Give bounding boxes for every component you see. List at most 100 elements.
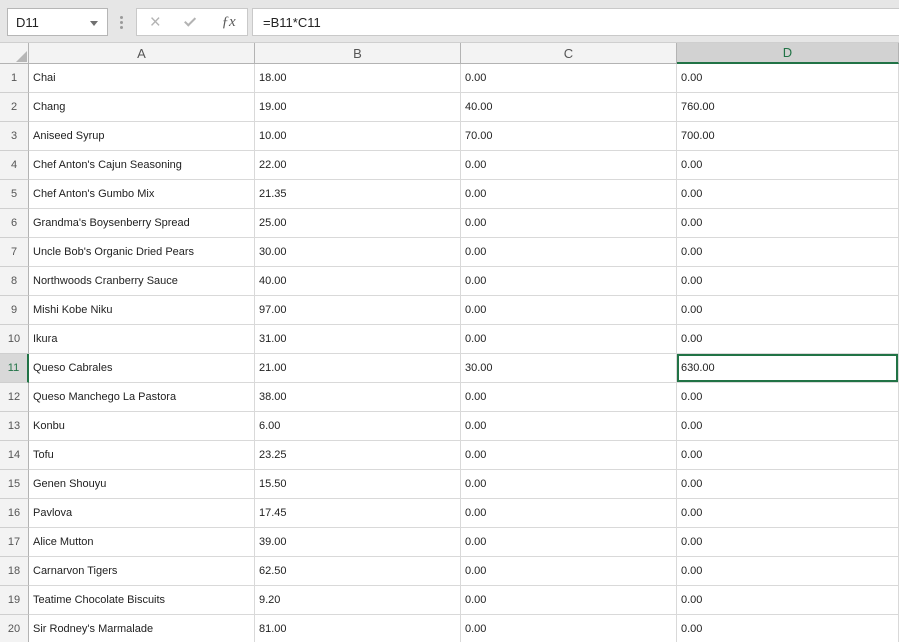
row-header-4[interactable]: 4 — [0, 151, 29, 180]
cell-D15[interactable]: 0.00 — [677, 470, 899, 499]
cell-A15[interactable]: Genen Shouyu — [29, 470, 255, 499]
cell-C13[interactable]: 0.00 — [461, 412, 677, 441]
cell-B10[interactable]: 31.00 — [255, 325, 461, 354]
cell-A7[interactable]: Uncle Bob's Organic Dried Pears — [29, 238, 255, 267]
cell-B18[interactable]: 62.50 — [255, 557, 461, 586]
cell-D20[interactable]: 0.00 — [677, 615, 899, 642]
cell-A10[interactable]: Ikura — [29, 325, 255, 354]
cell-D10[interactable]: 0.00 — [677, 325, 899, 354]
cell-C15[interactable]: 0.00 — [461, 470, 677, 499]
name-box-dropdown-icon[interactable] — [90, 21, 98, 26]
cell-D12[interactable]: 0.00 — [677, 383, 899, 412]
row-header-12[interactable]: 12 — [0, 383, 29, 412]
cell-D13[interactable]: 0.00 — [677, 412, 899, 441]
row-header-7[interactable]: 7 — [0, 238, 29, 267]
cell-C12[interactable]: 0.00 — [461, 383, 677, 412]
cell-D6[interactable]: 0.00 — [677, 209, 899, 238]
cell-C17[interactable]: 0.00 — [461, 528, 677, 557]
cell-D7[interactable]: 0.00 — [677, 238, 899, 267]
cell-B19[interactable]: 9.20 — [255, 586, 461, 615]
cell-B16[interactable]: 17.45 — [255, 499, 461, 528]
cell-D17[interactable]: 0.00 — [677, 528, 899, 557]
cell-A11[interactable]: Queso Cabrales — [29, 354, 255, 383]
cell-B13[interactable]: 6.00 — [255, 412, 461, 441]
cell-B15[interactable]: 15.50 — [255, 470, 461, 499]
row-header-5[interactable]: 5 — [0, 180, 29, 209]
cell-B3[interactable]: 10.00 — [255, 122, 461, 151]
cell-C19[interactable]: 0.00 — [461, 586, 677, 615]
column-header-D[interactable]: D — [677, 43, 899, 64]
row-header-19[interactable]: 19 — [0, 586, 29, 615]
row-header-14[interactable]: 14 — [0, 441, 29, 470]
cell-A5[interactable]: Chef Anton's Gumbo Mix — [29, 180, 255, 209]
cell-B6[interactable]: 25.00 — [255, 209, 461, 238]
cell-C7[interactable]: 0.00 — [461, 238, 677, 267]
name-box[interactable]: D11 — [7, 8, 108, 36]
cell-C10[interactable]: 0.00 — [461, 325, 677, 354]
cell-C8[interactable]: 0.00 — [461, 267, 677, 296]
cell-B17[interactable]: 39.00 — [255, 528, 461, 557]
cell-A6[interactable]: Grandma's Boysenberry Spread — [29, 209, 255, 238]
cell-D2[interactable]: 760.00 — [677, 93, 899, 122]
cell-B11[interactable]: 21.00 — [255, 354, 461, 383]
row-header-18[interactable]: 18 — [0, 557, 29, 586]
cell-C18[interactable]: 0.00 — [461, 557, 677, 586]
cell-D9[interactable]: 0.00 — [677, 296, 899, 325]
cell-A14[interactable]: Tofu — [29, 441, 255, 470]
cell-C14[interactable]: 0.00 — [461, 441, 677, 470]
cell-D14[interactable]: 0.00 — [677, 441, 899, 470]
cell-D8[interactable]: 0.00 — [677, 267, 899, 296]
cell-A13[interactable]: Konbu — [29, 412, 255, 441]
cell-D16[interactable]: 0.00 — [677, 499, 899, 528]
row-header-1[interactable]: 1 — [0, 64, 29, 93]
cell-D5[interactable]: 0.00 — [677, 180, 899, 209]
cell-A2[interactable]: Chang — [29, 93, 255, 122]
cell-D19[interactable]: 0.00 — [677, 586, 899, 615]
row-header-15[interactable]: 15 — [0, 470, 29, 499]
cell-A19[interactable]: Teatime Chocolate Biscuits — [29, 586, 255, 615]
row-header-3[interactable]: 3 — [0, 122, 29, 151]
row-header-6[interactable]: 6 — [0, 209, 29, 238]
cell-C9[interactable]: 0.00 — [461, 296, 677, 325]
cell-D3[interactable]: 700.00 — [677, 122, 899, 151]
cell-B8[interactable]: 40.00 — [255, 267, 461, 296]
cell-D1[interactable]: 0.00 — [677, 64, 899, 93]
cell-A9[interactable]: Mishi Kobe Niku — [29, 296, 255, 325]
cell-B5[interactable]: 21.35 — [255, 180, 461, 209]
cell-C5[interactable]: 0.00 — [461, 180, 677, 209]
cell-C3[interactable]: 70.00 — [461, 122, 677, 151]
cell-A17[interactable]: Alice Mutton — [29, 528, 255, 557]
row-header-20[interactable]: 20 — [0, 615, 29, 642]
insert-function-button[interactable]: ƒx — [217, 10, 241, 34]
cell-B7[interactable]: 30.00 — [255, 238, 461, 267]
cell-D4[interactable]: 0.00 — [677, 151, 899, 180]
row-header-2[interactable]: 2 — [0, 93, 29, 122]
cell-C2[interactable]: 40.00 — [461, 93, 677, 122]
cell-C11[interactable]: 30.00 — [461, 354, 677, 383]
cell-A20[interactable]: Sir Rodney's Marmalade — [29, 615, 255, 642]
column-header-B[interactable]: B — [255, 43, 461, 64]
cell-B20[interactable]: 81.00 — [255, 615, 461, 642]
row-header-8[interactable]: 8 — [0, 267, 29, 296]
cell-A16[interactable]: Pavlova — [29, 499, 255, 528]
cell-D18[interactable]: 0.00 — [677, 557, 899, 586]
cell-B14[interactable]: 23.25 — [255, 441, 461, 470]
cell-B1[interactable]: 18.00 — [255, 64, 461, 93]
select-all-button[interactable] — [0, 43, 29, 64]
column-header-A[interactable]: A — [29, 43, 255, 64]
cell-A12[interactable]: Queso Manchego La Pastora — [29, 383, 255, 412]
cell-C4[interactable]: 0.00 — [461, 151, 677, 180]
enter-button[interactable] — [180, 10, 204, 34]
cell-B12[interactable]: 38.00 — [255, 383, 461, 412]
cell-D11[interactable]: 630.00 — [677, 354, 899, 383]
row-header-17[interactable]: 17 — [0, 528, 29, 557]
row-header-13[interactable]: 13 — [0, 412, 29, 441]
cell-C20[interactable]: 0.00 — [461, 615, 677, 642]
row-header-10[interactable]: 10 — [0, 325, 29, 354]
cell-A3[interactable]: Aniseed Syrup — [29, 122, 255, 151]
cancel-button[interactable] — [143, 10, 167, 34]
cell-C16[interactable]: 0.00 — [461, 499, 677, 528]
cell-B2[interactable]: 19.00 — [255, 93, 461, 122]
cell-B4[interactable]: 22.00 — [255, 151, 461, 180]
cell-A8[interactable]: Northwoods Cranberry Sauce — [29, 267, 255, 296]
